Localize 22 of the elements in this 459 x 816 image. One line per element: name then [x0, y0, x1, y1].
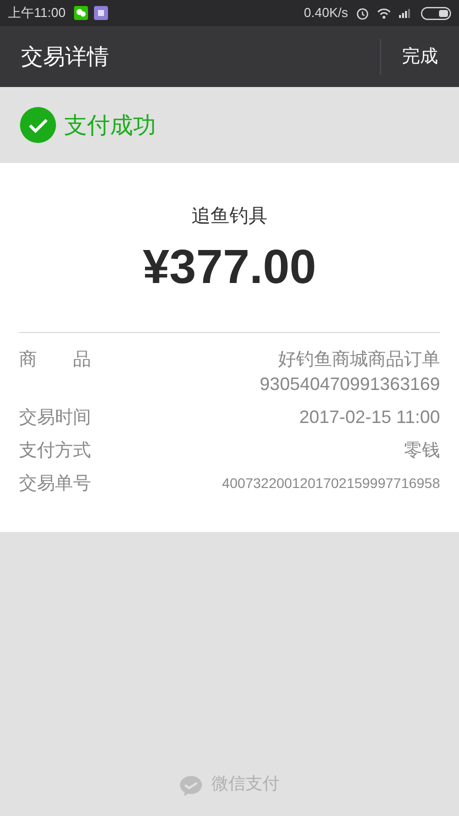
chat-app-icon	[74, 6, 88, 20]
network-speed: 0.40K/s	[304, 4, 348, 22]
done-button[interactable]: 完成	[381, 26, 459, 87]
payment-status: 支付成功	[64, 110, 156, 140]
amount: ¥377.00	[142, 240, 318, 296]
detail-label: 支付方式	[19, 438, 91, 462]
payee-name: 追鱼钓具	[190, 205, 268, 229]
detail-label: 商 品	[19, 348, 91, 370]
battery-icon	[421, 6, 451, 20]
wifi-icon	[377, 8, 391, 18]
alarm-icon	[356, 6, 369, 20]
signal-icon	[399, 8, 413, 18]
status-time: 上午11:00	[8, 4, 66, 22]
check-icon	[20, 107, 56, 143]
page-title: 交易详情	[20, 43, 110, 71]
detail-value: 零钱	[404, 438, 440, 462]
detail-value: 好钓鱼商城商品订单 930540470991363169	[260, 348, 440, 396]
detail-label: 交易单号	[19, 472, 91, 494]
detail-value: 4007322001201702159997716958	[222, 474, 440, 492]
detail-value: 2017-02-15 11:00	[299, 406, 440, 428]
app-icon	[94, 6, 108, 20]
detail-label: 交易时间	[19, 406, 91, 428]
